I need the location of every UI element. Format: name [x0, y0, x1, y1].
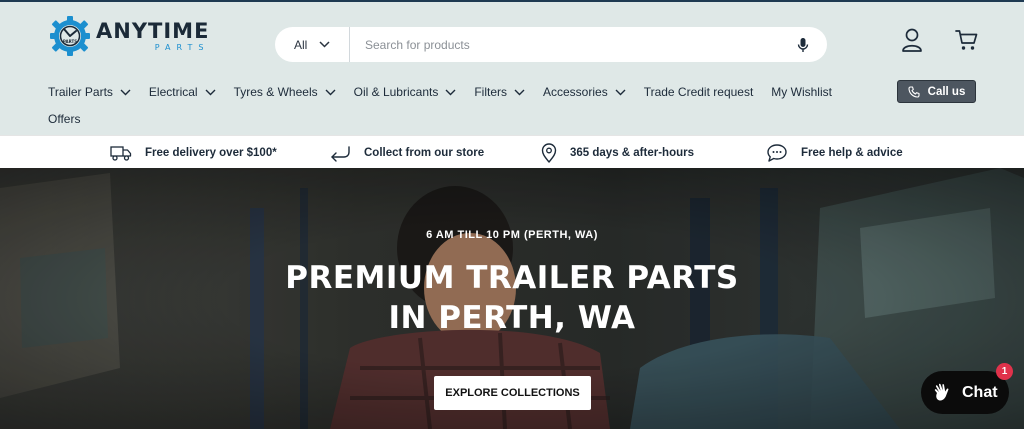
feature-delivery: Free delivery over $100* — [110, 142, 277, 164]
nav-item-wishlist[interactable]: My Wishlist — [771, 85, 832, 99]
nav-item-label: Tyres & Wheels — [233, 85, 318, 99]
phone-icon — [908, 85, 920, 98]
cart-button[interactable] — [954, 26, 980, 54]
nav-item-label: My Wishlist — [771, 85, 832, 99]
nav-item-filters[interactable]: Filters — [474, 85, 525, 99]
feature-label: Free delivery over $100* — [145, 147, 277, 159]
nav-item-offers[interactable]: Offers — [48, 112, 80, 126]
nav-item-accessories[interactable]: Accessories — [543, 85, 626, 99]
chat-launcher-button[interactable]: Chat — [921, 371, 1009, 414]
main-nav: Trailer Parts Electrical Tyres & Wheels … — [48, 81, 850, 103]
brand-logo[interactable]: PARTS ANYTIME PARTS — [48, 14, 218, 58]
call-us-label: Call us — [927, 85, 966, 98]
nav-item-label: Trade Credit request — [643, 85, 754, 99]
hero-title-line-1: PREMIUM TRAILER PARTS — [285, 260, 739, 296]
user-icon — [902, 28, 922, 52]
cart-icon — [955, 30, 978, 50]
gear-logo-icon: PARTS — [50, 16, 90, 56]
microphone-icon — [797, 37, 809, 52]
nav-item-trade-credit[interactable]: Trade Credit request — [644, 85, 754, 99]
hero-pretitle: 6 AM TILL 10 PM (PERTH, WA) — [426, 229, 598, 241]
search-category-value: All — [294, 37, 308, 52]
feature-collect: Collect from our store — [329, 142, 484, 164]
feature-label: Free help & advice — [801, 147, 903, 159]
nav-item-label: Filters — [474, 85, 507, 99]
nav-item-label: Accessories — [543, 85, 608, 99]
account-button[interactable] — [899, 26, 925, 54]
explore-collections-button[interactable]: EXPLORE COLLECTIONS — [434, 376, 591, 410]
chat-bubble-icon — [767, 144, 787, 162]
chevron-down-icon — [319, 41, 330, 48]
search-bar: All — [275, 27, 827, 62]
feature-label: 365 days & after-hours — [570, 147, 694, 159]
chevron-down-icon — [615, 89, 626, 95]
feature-strip: Free delivery over $100* Collect from ou… — [0, 135, 1024, 168]
hero-banner: 6 AM TILL 10 PM (PERTH, WA) PREMIUM TRAI… — [0, 168, 1024, 429]
nav-item-oil-lubricants[interactable]: Oil & Lubricants — [354, 85, 457, 99]
brand-name: ANYTIME — [96, 18, 210, 43]
gear-logo-label: PARTS — [63, 39, 77, 44]
search-category-select[interactable]: All — [275, 27, 350, 62]
waving-hand-icon — [934, 383, 949, 401]
site-header: PARTS ANYTIME PARTS All Search for produ… — [0, 2, 1024, 134]
location-pin-icon — [541, 143, 557, 163]
feature-label: Collect from our store — [364, 147, 485, 159]
feature-help: Free help & advice — [766, 142, 903, 164]
feature-hours: 365 days & after-hours — [541, 142, 694, 164]
nav-item-tyres-wheels[interactable]: Tyres & Wheels — [234, 85, 336, 99]
nav-item-trailer-parts[interactable]: Trailer Parts — [48, 85, 131, 99]
search-input[interactable] — [350, 27, 779, 62]
call-us-button[interactable]: Call us — [897, 80, 976, 103]
hero-title-line-2: IN PERTH, WA — [388, 300, 636, 336]
voice-search-button[interactable] — [779, 27, 827, 62]
chevron-down-icon — [514, 89, 525, 95]
brand-subtitle: PARTS — [154, 42, 210, 52]
chevron-down-icon — [445, 89, 456, 95]
chat-label: Chat — [962, 383, 998, 401]
chevron-down-icon — [120, 89, 131, 95]
chevron-down-icon — [205, 89, 216, 95]
nav-item-electrical[interactable]: Electrical — [149, 85, 216, 99]
nav-item-label: Oil & Lubricants — [353, 85, 439, 99]
chevron-down-icon — [325, 89, 336, 95]
chat-unread-badge: 1 — [996, 363, 1013, 380]
nav-item-label: Trailer Parts — [48, 85, 113, 99]
truck-icon — [110, 146, 132, 161]
nav-item-label: Electrical — [148, 85, 198, 99]
return-arrow-icon — [331, 146, 350, 162]
hero-title: PREMIUM TRAILER PARTS IN PERTH, WA — [0, 258, 1024, 338]
